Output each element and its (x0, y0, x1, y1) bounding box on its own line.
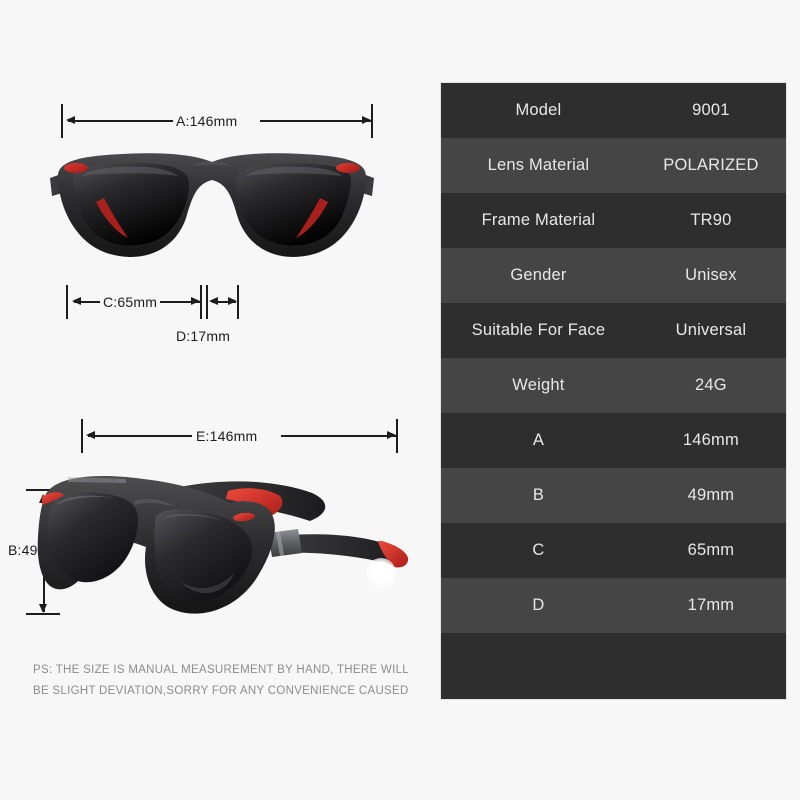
spec-label: Model (515, 101, 562, 119)
dimension-d-arrow-right (228, 297, 237, 305)
dimension-e-tick-left (81, 419, 83, 453)
table-row: D 17mm (441, 578, 786, 633)
table-row: Model 9001 (441, 83, 786, 138)
table-row: Weight 24G (441, 358, 786, 413)
dimension-d-tick-right (237, 285, 239, 319)
spec-label: Weight (512, 376, 565, 394)
spec-label: Suitable For Face (471, 321, 606, 339)
spec-label: Frame Material (481, 211, 596, 229)
disclaimer-line-2: BE SLIGHT DEVIATION,SORRY FOR ANY CONVEN… (33, 685, 409, 697)
spec-value: 17mm (687, 596, 735, 614)
spec-label: C (532, 541, 545, 559)
table-row: C 65mm (441, 523, 786, 578)
dimension-a-tick-left (61, 104, 63, 138)
dimension-e-arrow-left (86, 431, 95, 439)
spec-value: Unisex (685, 266, 737, 284)
sunglasses-front-view-image (42, 140, 382, 275)
dimension-a-line-right (260, 120, 371, 122)
table-row: Frame Material TR90 (441, 193, 786, 248)
dimension-e-line-left (88, 435, 192, 437)
dimension-d-arrow-left (209, 297, 218, 305)
table-row: Suitable For Face Universal (441, 303, 786, 358)
spec-value: 65mm (687, 541, 735, 559)
specification-table: Model 9001 Lens Material POLARIZED Frame… (440, 82, 787, 700)
dimension-c-arrow-right (191, 297, 200, 305)
product-spec-sheet: A:146mm C:65mm D:17mm E:146mm B:49mm PS:… (0, 0, 800, 800)
product-diagram-panel: A:146mm C:65mm D:17mm E:146mm B:49mm PS:… (0, 0, 430, 800)
spec-value: 24G (695, 376, 727, 394)
spec-label: B (532, 486, 545, 504)
table-row: B 49mm (441, 468, 786, 523)
spec-value: TR90 (690, 211, 732, 229)
spec-value: 146mm (682, 431, 739, 449)
dimension-a-line-left (68, 120, 173, 122)
table-row: Lens Material POLARIZED (441, 138, 786, 193)
dimension-a-arrow-left (66, 116, 75, 124)
spec-label: Gender (510, 266, 567, 284)
sunglasses-angled-view-image (30, 455, 430, 645)
spec-value: 49mm (687, 486, 735, 504)
table-row: Gender Unisex (441, 248, 786, 303)
dimension-e-tick-right (396, 419, 398, 453)
spec-value: POLARIZED (663, 156, 759, 174)
dimension-e-arrow-right (387, 431, 396, 439)
dimension-d-tick-left (206, 285, 208, 319)
dimension-a-label: A:146mm (176, 113, 238, 129)
dimension-c-label: C:65mm (103, 294, 158, 310)
dimension-a-arrow-right (362, 116, 371, 124)
spec-label: A (532, 431, 545, 449)
measurement-disclaimer: PS: THE SIZE IS MANUAL MEASUREMENT BY HA… (33, 660, 423, 702)
disclaimer-line-1: PS: THE SIZE IS MANUAL MEASUREMENT BY HA… (33, 664, 409, 676)
dimension-a-tick-right (371, 104, 373, 138)
spec-label: D (532, 596, 545, 614)
spec-value: Universal (675, 321, 747, 339)
dimension-e-label: E:146mm (196, 428, 258, 444)
dimension-e-line-right (281, 435, 396, 437)
lens-reflection-highlight (366, 558, 396, 588)
dimension-c-tick-left (66, 285, 68, 319)
table-row-empty (441, 633, 786, 699)
dimension-c-tick-right (200, 285, 202, 319)
dimension-c-arrow-left (72, 297, 81, 305)
spec-value: 9001 (692, 101, 730, 119)
table-row: A 146mm (441, 413, 786, 468)
spec-label: Lens Material (487, 156, 590, 174)
dimension-d-label: D:17mm (176, 328, 231, 344)
